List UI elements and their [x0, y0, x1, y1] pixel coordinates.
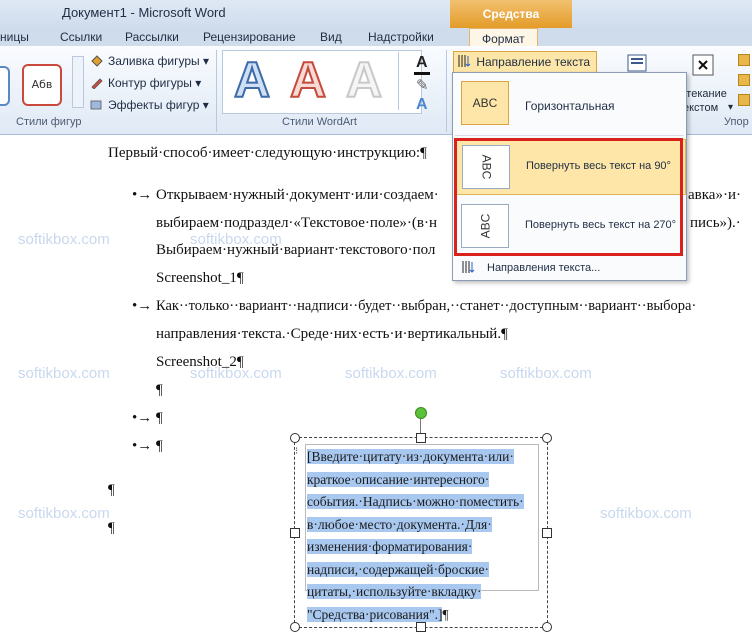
- wrap-text-icon[interactable]: [690, 52, 716, 78]
- resize-handle-sw[interactable]: [290, 622, 300, 632]
- text-box-shape[interactable]: ⁝ [Введите·цитату·из·документа·или· крат…: [290, 433, 552, 632]
- bullet2-line2: направления·текста.·Среде·них·есть·и·вер…: [156, 326, 508, 342]
- wrap-dropdown-arrow[interactable]: ▾: [728, 102, 733, 113]
- shape-styles-group-label: Стили фигур: [16, 116, 82, 128]
- watermark: softikbox.com: [18, 231, 110, 248]
- watermark: softikbox.com: [600, 505, 692, 522]
- arrange-icon-1[interactable]: [738, 54, 750, 66]
- tab-addins[interactable]: Надстройки: [368, 30, 434, 44]
- bullet1-line2: выбираем·подраздел·«Текстовое·поле»·(в·н: [156, 215, 437, 231]
- bullet-marker: •→: [132, 438, 153, 454]
- bullet1-line1: Открываем·нужный·документ·или·создаем·: [156, 187, 439, 203]
- paragraph-intro: Первый·способ·имеет·следующую·инструкцию…: [108, 145, 427, 161]
- wordart-style-blue[interactable]: A: [228, 53, 276, 107]
- empty-paragraph: ¶: [156, 382, 163, 398]
- text-box-line: надписи,·содержащей·броские·: [307, 561, 489, 577]
- pencil-icon: [90, 77, 104, 90]
- text-box-line: [Введите·цитату·из·документа·или·: [307, 449, 514, 464]
- abc-horizontal-icon: ABC: [461, 81, 509, 125]
- highlight-frame: [454, 138, 683, 256]
- tab-layout[interactable]: ницы: [0, 30, 29, 44]
- bullet1-line3: Выбираем·нужный·вариант·текстового·пол: [156, 242, 436, 258]
- bullet-marker: •→: [132, 410, 153, 426]
- shape-style-sample-red[interactable]: Абв: [22, 64, 62, 106]
- resize-handle-w[interactable]: [290, 528, 300, 538]
- watermark: softikbox.com: [18, 505, 110, 522]
- text-box-content[interactable]: [Введите·цитату·из·документа·или· кратко…: [307, 446, 535, 626]
- shape-effects-button[interactable]: Эффекты фигур ▾: [90, 98, 209, 112]
- empty-paragraph: ¶: [108, 482, 115, 498]
- shape-styles-scroll[interactable]: [72, 56, 84, 108]
- bullet1-line1-end: авка»·и·: [688, 187, 741, 203]
- text-outline-icon[interactable]: ✎: [416, 76, 429, 94]
- resize-handle-nw[interactable]: [290, 433, 300, 443]
- watermark: softikbox.com: [500, 365, 592, 382]
- ribbon-tabs: ницы Ссылки Рассылки Рецензирование Вид …: [0, 28, 752, 49]
- tab-view[interactable]: Вид: [320, 30, 342, 44]
- menu-separator: [455, 135, 684, 136]
- shape-effects-icon: [90, 99, 104, 111]
- resize-handle-ne[interactable]: [542, 433, 552, 443]
- wordart-style-gray[interactable]: A: [340, 53, 388, 107]
- text-box-icon[interactable]: [626, 52, 648, 74]
- arrange-icon-2[interactable]: [738, 74, 750, 86]
- text-box-line: события.·Надпись·можно·поместить·: [307, 494, 524, 509]
- resize-handle-s[interactable]: [416, 622, 426, 632]
- text-box-line: в·любое·место·документа.·Для·: [307, 516, 492, 532]
- wordart-group-label: Стили WordArt: [282, 116, 357, 128]
- tab-review[interactable]: Рецензирование: [203, 30, 296, 44]
- bullet2-line1: Как··только··вариант··надписи··будет··вы…: [156, 298, 697, 314]
- menu-item-label: Горизонтальная: [525, 99, 615, 113]
- empty-paragraph: ¶: [108, 520, 115, 536]
- text-box-line: цитаты,·используйте·вкладку·: [307, 584, 482, 599]
- shape-fill-label: Заливка фигуры: [108, 54, 200, 68]
- title-bar: Документ1 - Microsoft Word: [0, 0, 752, 28]
- menu-item-horizontal[interactable]: ABC Горизонтальная: [455, 75, 684, 133]
- menu-item-more-directions[interactable]: Направления текста...: [455, 258, 684, 278]
- text-fill-icon[interactable]: A: [416, 54, 428, 72]
- bullet1-line2-end: пись»).·: [690, 215, 741, 231]
- watermark: softikbox.com: [345, 365, 437, 382]
- tab-references[interactable]: Ссылки: [60, 30, 102, 44]
- resize-handle-n[interactable]: [416, 433, 426, 443]
- shape-outline-label: Контур фигуры: [108, 76, 192, 90]
- paint-bucket-icon: [90, 55, 104, 67]
- text-direction-icon: [461, 260, 477, 277]
- watermark: softikbox.com: [18, 365, 110, 382]
- resize-handle-e[interactable]: [542, 528, 552, 538]
- shape-fill-button[interactable]: Заливка фигуры ▾: [90, 54, 209, 68]
- window-title: Документ1 - Microsoft Word: [62, 5, 226, 20]
- text-box-line: изменения·форматирования·: [307, 539, 473, 554]
- wrap-text-label-2[interactable]: екстом: [683, 102, 718, 114]
- screenshot2-caption: Screenshot_2¶: [156, 354, 244, 370]
- anchor-icon: ⁝: [295, 446, 299, 457]
- shape-style-sample-blue[interactable]: [0, 66, 10, 106]
- group-separator: [446, 50, 447, 132]
- screenshot1-caption: Screenshot_1¶: [156, 270, 244, 286]
- wordart-style-red[interactable]: A: [284, 53, 332, 107]
- wordart-scroll[interactable]: [398, 52, 413, 110]
- group-separator: [216, 50, 217, 132]
- wrap-text-label-1[interactable]: бтекание: [680, 88, 727, 100]
- rotation-handle[interactable]: [415, 407, 427, 419]
- text-effects-icon[interactable]: A: [416, 96, 428, 114]
- tab-mailings[interactable]: Рассылки: [125, 30, 179, 44]
- bullet-marker: •→: [132, 187, 153, 203]
- shape-effects-label: Эффекты фигур: [108, 98, 200, 112]
- text-direction-label: Направление текста: [476, 55, 591, 69]
- bullet-marker: •→: [132, 298, 153, 314]
- contextual-tab-header: Средства рисования: [450, 0, 572, 49]
- text-fill-color-bar: [414, 72, 430, 75]
- menu-item-label: Направления текста...: [487, 262, 601, 274]
- text-direction-icon: [457, 54, 473, 74]
- shape-outline-button[interactable]: Контур фигуры ▾: [90, 76, 201, 90]
- arrange-group-label: Упор: [724, 116, 749, 128]
- empty-bullet: ¶: [156, 438, 163, 454]
- empty-bullet: ¶: [156, 410, 163, 426]
- text-direction-button[interactable]: Направление текста ▾: [453, 51, 597, 91]
- resize-handle-se[interactable]: [542, 622, 552, 632]
- text-box-line: краткое·описание·интересного·: [307, 471, 490, 487]
- arrange-icon-3[interactable]: [738, 94, 750, 106]
